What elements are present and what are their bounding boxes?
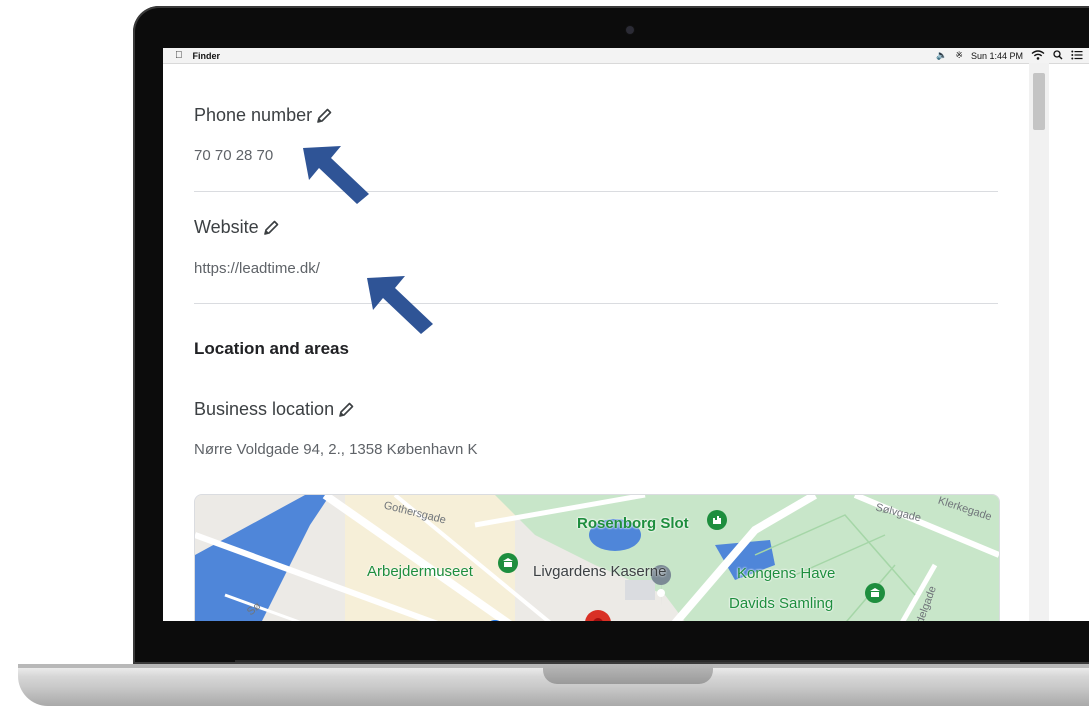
business-address-value: Nørre Voldgade 94, 2., 1358 København K	[194, 441, 478, 458]
menu-bar:  Finder 🔈 ※ Sun 1:44 PM	[163, 48, 1089, 64]
annotation-arrow-website	[367, 276, 433, 334]
annotation-arrow-phone	[303, 146, 369, 204]
phone-number-label: Phone number	[194, 105, 313, 125]
pencil-icon[interactable]	[262, 219, 280, 237]
website-label: Website	[194, 217, 259, 237]
website-value: https://leadtime.dk/	[194, 260, 320, 277]
map-place-davids-samling[interactable]: Davids Samling	[729, 595, 833, 612]
section-title-location: Location and areas	[194, 339, 349, 358]
phone-number-value: 70 70 28 70	[194, 147, 274, 164]
status-area: 🔈 ※ Sun 1:44 PM	[936, 49, 1083, 62]
phone-number-row[interactable]: Phone number	[194, 105, 333, 126]
divider	[194, 303, 998, 304]
map-place-arbejdermuseet[interactable]: Arbejdermuseet	[367, 563, 473, 580]
screen:  Finder 🔈 ※ Sun 1:44 PM Phone number 70	[163, 48, 1089, 621]
clock[interactable]: Sun 1:44 PM	[971, 51, 1023, 61]
notification-center-icon[interactable]	[1071, 50, 1083, 62]
app-menu-finder[interactable]: Finder	[193, 51, 221, 61]
wifi-icon[interactable]	[1031, 49, 1045, 62]
volume-icon[interactable]: 🔈	[936, 50, 947, 61]
business-location-row[interactable]: Business location	[194, 399, 355, 420]
map-place-kongens-have[interactable]: Kongens Have	[737, 565, 835, 582]
website-row[interactable]: Website	[194, 217, 280, 238]
map-place-rosenborg-slot[interactable]: Rosenborg Slot	[577, 515, 689, 532]
bluetooth-icon[interactable]: ※	[955, 50, 963, 61]
laptop-lid-notch	[543, 664, 713, 684]
spotlight-icon[interactable]	[1053, 49, 1063, 62]
business-location-label: Business location	[194, 399, 335, 419]
bezel-chin	[235, 660, 1020, 662]
pencil-icon[interactable]	[315, 107, 333, 125]
location-map[interactable]: Gothersgade Sølvgade Klerkegade Sø delga…	[194, 494, 1000, 621]
map-place-livgardens-kaserne[interactable]: Livgardens Kaserne	[533, 563, 666, 580]
scrollbar[interactable]	[1029, 63, 1049, 621]
scrollbar-thumb[interactable]	[1033, 73, 1045, 130]
camera	[626, 26, 634, 34]
pencil-icon[interactable]	[337, 401, 355, 419]
apple-icon[interactable]: 	[175, 50, 183, 61]
